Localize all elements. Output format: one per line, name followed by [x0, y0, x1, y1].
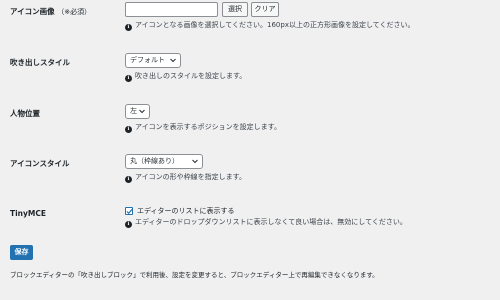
checkmark-icon — [126, 208, 133, 215]
person-position-label: 人物位置 — [10, 109, 40, 118]
bubble-style-help: i 吹き出しのスタイルを設定します。 — [125, 72, 246, 82]
save-button[interactable]: 保存 — [10, 245, 33, 260]
bubble-style-selected: デフォルト — [130, 56, 165, 64]
tinymce-field: エディターのリストに表示する i エディターのドロップダウンリストに表示しなくて良… — [125, 207, 495, 237]
tinymce-help-text: エディターのドロップダウンリストに表示しなくて良い場合は、無効にしてください。 — [135, 218, 407, 226]
bubble-style-help-text: 吹き出しのスタイルを設定します。 — [135, 72, 247, 80]
icon-image-row: アイコン画像 （※必須） 選択 クリア i アイコンとなる画像を選択してください。… — [0, 2, 500, 38]
icon-image-help-text: アイコンとなる画像を選択してください。160px以上の正方形画像を設定してくださ… — [135, 21, 415, 29]
chevron-down-icon — [139, 109, 145, 114]
tinymce-checkbox-label[interactable]: エディターのリストに表示する — [137, 206, 235, 216]
icon-style-select[interactable]: 丸（枠線あり） — [125, 154, 203, 169]
person-position-row: 人物位置 左 i アイコンを表示するポジションを設定します。 — [0, 104, 500, 134]
icon-image-help: i アイコンとなる画像を選択してください。160px以上の正方形画像を設定してくだ… — [125, 21, 415, 31]
tinymce-checkbox[interactable] — [125, 207, 133, 215]
icon-style-help-text: アイコンの形や枠線を指定します。 — [135, 173, 246, 181]
bubble-style-row: 吹き出しスタイル デフォルト i 吹き出しのスタイルを設定します。 — [0, 53, 500, 83]
info-icon: i — [125, 75, 132, 82]
icon-image-input[interactable] — [125, 2, 218, 17]
info-icon: i — [125, 24, 132, 31]
info-icon: i — [125, 221, 132, 228]
person-position-select[interactable]: 左 — [125, 104, 150, 119]
icon-style-selected: 丸（枠線あり） — [130, 157, 179, 165]
bubble-style-select[interactable]: デフォルト — [125, 53, 181, 68]
person-position-selected: 左 — [130, 107, 137, 115]
person-position-field: 左 i アイコンを表示するポジションを設定します。 — [125, 104, 495, 134]
icon-image-label-text: アイコン画像 — [10, 7, 55, 16]
icon-style-row: アイコンスタイル 丸（枠線あり） i アイコンの形や枠線を指定します。 — [0, 154, 500, 184]
chevron-down-icon — [192, 159, 198, 164]
required-mark: （※必須） — [57, 8, 92, 16]
icon-image-label: アイコン画像 （※必須） — [10, 6, 91, 17]
bubble-style-label: 吹き出しスタイル — [10, 58, 70, 67]
tinymce-help: i エディターのドロップダウンリストに表示しなくて良い場合は、無効にしてください。 — [125, 218, 407, 228]
clear-image-button[interactable]: クリア — [251, 2, 279, 17]
person-position-help: i アイコンを表示するポジションを設定します。 — [125, 123, 281, 133]
chevron-down-icon — [170, 58, 176, 63]
tinymce-label: TinyMCE — [10, 209, 47, 218]
icon-style-label: アイコンスタイル — [10, 159, 70, 168]
footer-note: ブロックエディターの「吹き出しブロック」で利用後、設定を変更すると、ブロックエデ… — [10, 271, 379, 279]
person-position-help-text: アイコンを表示するポジションを設定します。 — [135, 123, 281, 131]
select-image-button[interactable]: 選択 — [222, 2, 248, 17]
icon-style-field: 丸（枠線あり） i アイコンの形や枠線を指定します。 — [125, 154, 495, 184]
bubble-style-field: デフォルト i 吹き出しのスタイルを設定します。 — [125, 53, 495, 83]
icon-image-field: 選択 クリア i アイコンとなる画像を選択してください。160px以上の正方形画像… — [125, 2, 495, 38]
icon-style-help: i アイコンの形や枠線を指定します。 — [125, 173, 246, 183]
info-icon: i — [125, 176, 132, 183]
info-icon: i — [125, 126, 132, 133]
tinymce-row: TinyMCE エディターのリストに表示する i エディターのドロップダウンリスト… — [0, 206, 500, 236]
